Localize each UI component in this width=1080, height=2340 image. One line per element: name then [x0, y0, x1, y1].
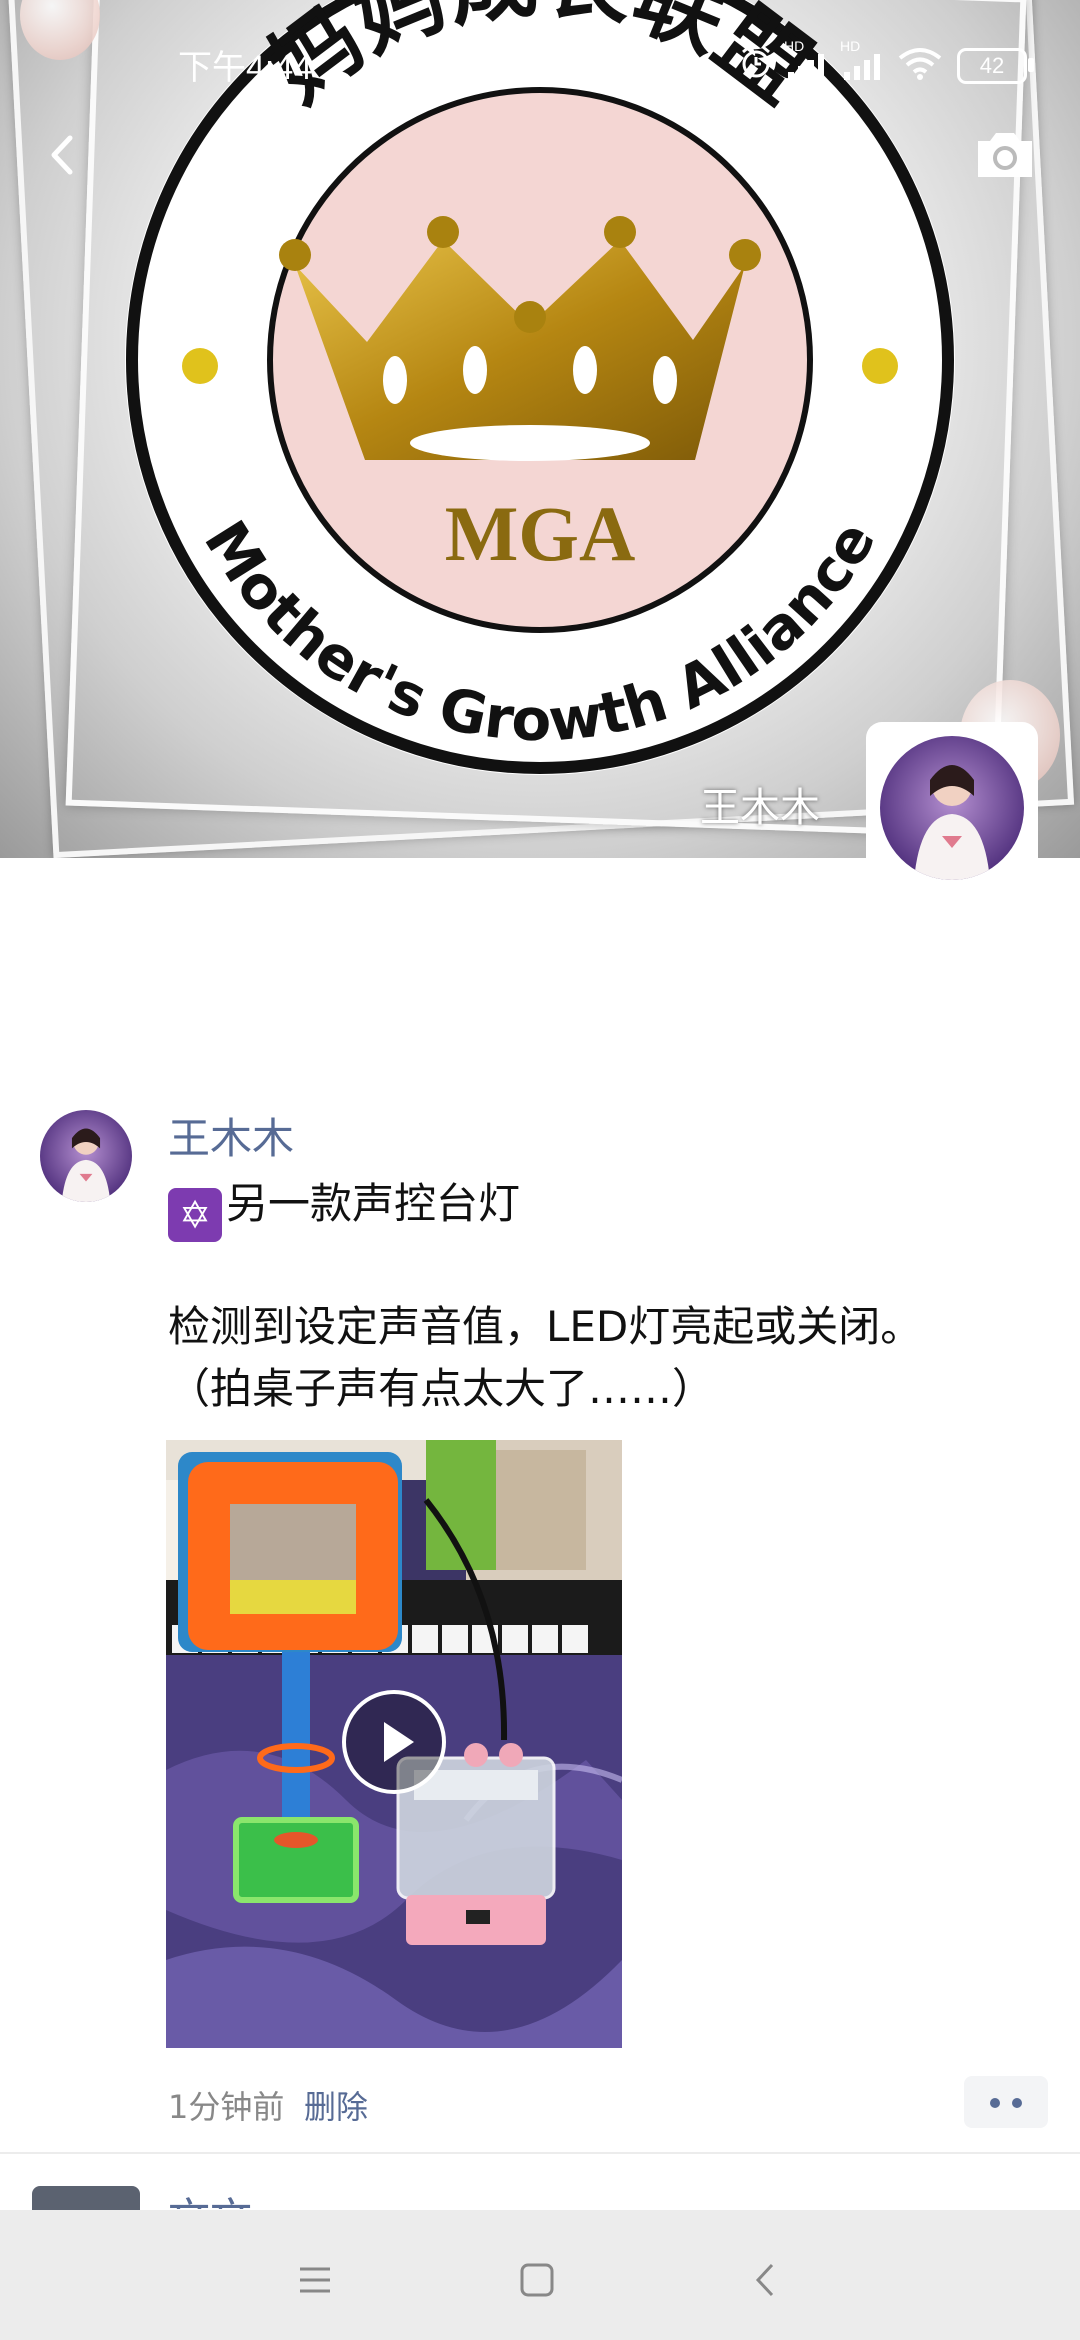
more-actions-button[interactable]: [964, 2076, 1048, 2128]
back-button[interactable]: [30, 120, 100, 190]
post-body-line-2: （拍桌子声有点太大了……）: [168, 1364, 715, 1413]
battery-tip: [1028, 58, 1034, 72]
signal-icon: [788, 54, 824, 80]
back-arrow-icon: [51, 135, 73, 175]
signal-icon: [844, 54, 880, 80]
play-button[interactable]: [342, 1690, 446, 1794]
video-thumbnail[interactable]: [166, 1440, 622, 2048]
camera-button[interactable]: [970, 125, 1040, 185]
post-author-name[interactable]: 王木木: [168, 1105, 294, 1166]
wifi-icon: [898, 48, 942, 80]
post-title: 另一款声控台灯: [226, 1179, 521, 1228]
nav-back-icon: [755, 2263, 774, 2297]
battery-icon: 42: [957, 48, 1027, 84]
cover-avatar-button[interactable]: [866, 722, 1038, 894]
post-divider: [0, 2152, 1080, 2154]
system-navigation-bar: [0, 2210, 1080, 2340]
more-dots-icon: [990, 2098, 1000, 2108]
more-dots-icon: [1012, 2098, 1022, 2108]
menu-button[interactable]: [280, 2245, 350, 2315]
post-author-avatar[interactable]: [40, 1110, 132, 1202]
status-bar: 下午4:44 HD HD 42: [0, 0, 1080, 120]
delete-link[interactable]: 删除: [304, 2082, 368, 2128]
next-post-author-name[interactable]: 文文: [168, 2185, 252, 2209]
system-back-button[interactable]: [730, 2245, 800, 2315]
home-square-icon: [520, 2263, 554, 2297]
status-time: 下午4:44: [178, 49, 313, 87]
star-of-david-emoji-icon: ✡: [168, 1188, 222, 1242]
play-icon: [384, 1722, 414, 1762]
post-title-line: ✡ 另一款声控台灯: [168, 1170, 520, 1242]
avatar: [880, 736, 1024, 880]
svg-text:MGA: MGA: [445, 490, 636, 577]
post-timestamp: 1分钟前: [168, 2088, 285, 2126]
post-body-line-1: 检测到设定声音值，LED灯亮起或关闭。: [168, 1302, 923, 1351]
alarm-icon: [742, 45, 770, 78]
menu-icon: [300, 2267, 330, 2293]
camera-icon: [978, 133, 1032, 177]
home-button[interactable]: [502, 2245, 572, 2315]
cover-user-name: 王木木: [700, 785, 820, 831]
